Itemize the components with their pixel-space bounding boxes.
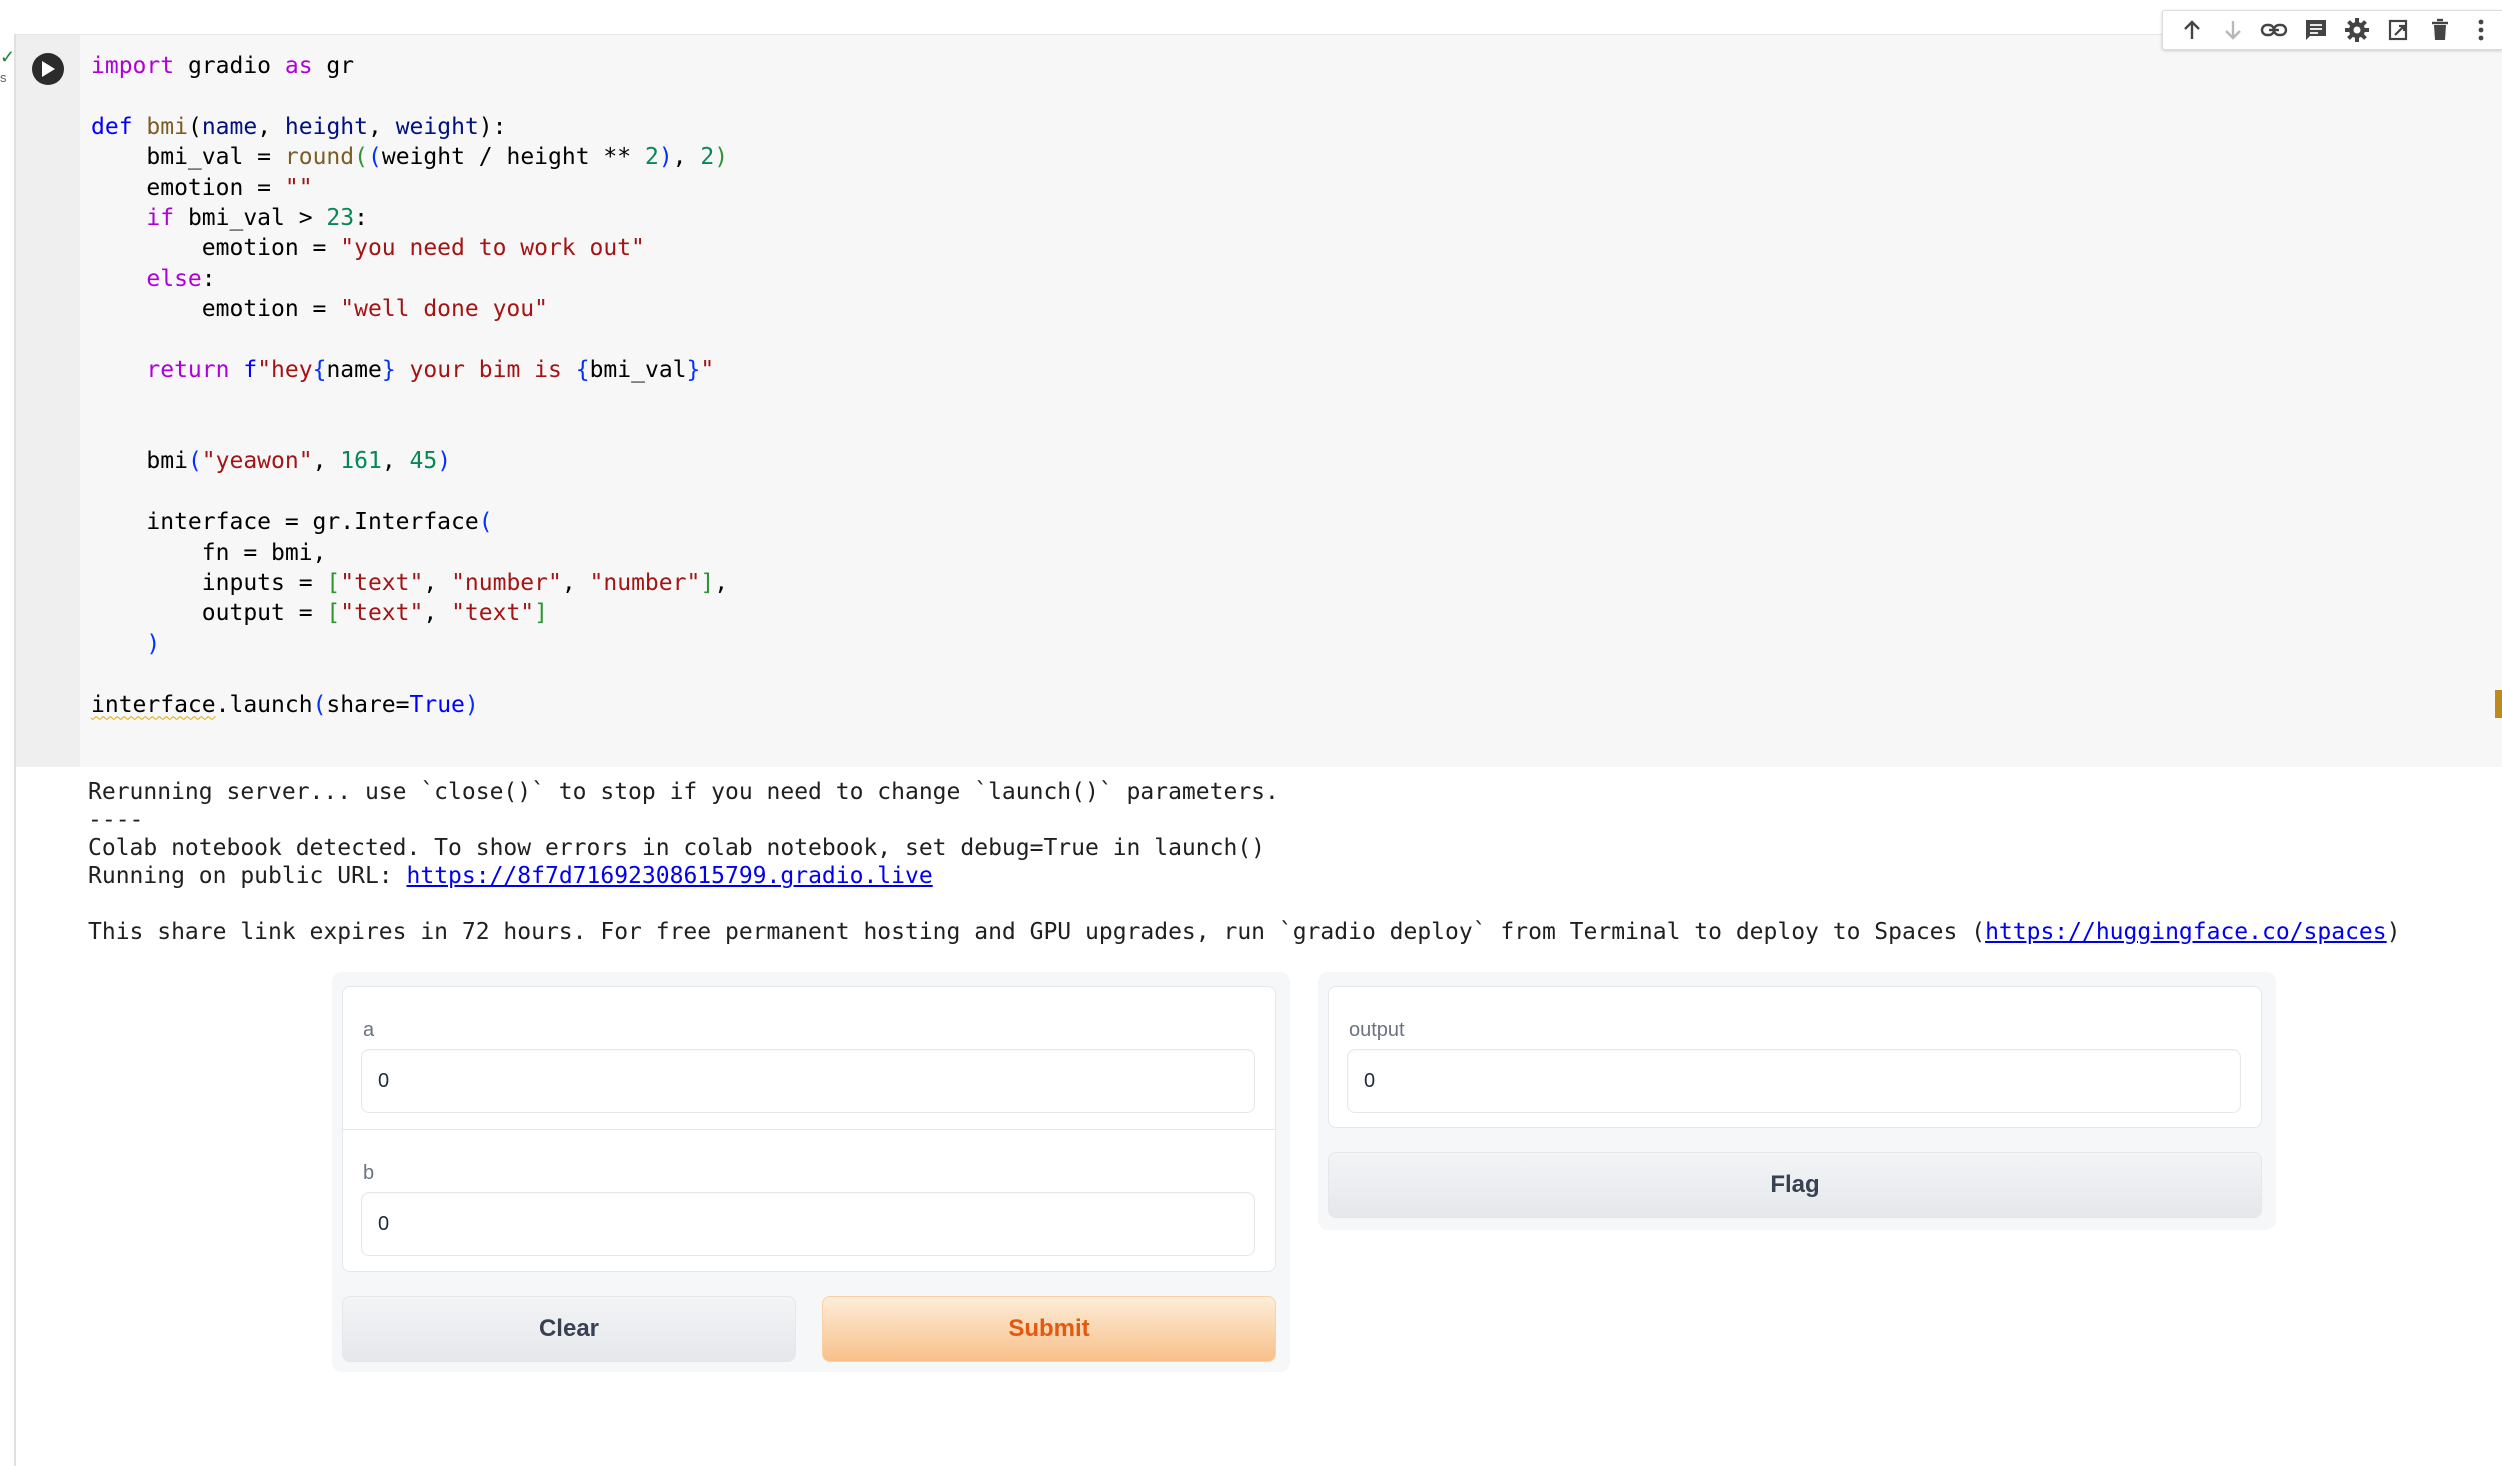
run-cell-button[interactable] — [32, 53, 64, 85]
code-line: ) — [146, 630, 161, 657]
code-line: emotion = "well done you" — [91, 296, 548, 323]
cell-toolbar — [2162, 10, 2502, 50]
move-cell-down-button[interactable] — [2212, 10, 2253, 50]
more-vert-icon — [2478, 19, 2484, 41]
cell-output: Rerunning server... use `close()` to sto… — [88, 778, 2401, 946]
code-line: import gradio as gr — [91, 53, 355, 79]
copy-link-button[interactable] — [2254, 10, 2295, 50]
output-line: Rerunning server... use `close()` to sto… — [88, 779, 1279, 805]
code-editor[interactable]: import gradio as gr def bmi(name, height… — [91, 51, 728, 720]
code-line: bmi_val = round((weight / height ** 2), … — [91, 144, 729, 171]
inputs-form: a b — [342, 986, 1276, 1272]
trash-icon — [2431, 18, 2448, 40]
link-icon — [2261, 23, 2288, 37]
code-line: interface.launch(share=True) — [91, 691, 479, 718]
code-line: return f"hey{name} your bim is {bmi_val}… — [146, 357, 715, 384]
comment-icon — [2305, 20, 2326, 40]
input-a-label: a — [363, 1019, 375, 1041]
move-cell-up-button[interactable] — [2171, 10, 2212, 50]
code-line: fn = bmi, — [91, 539, 327, 566]
execution-status-check-icon: ✓ — [0, 47, 16, 67]
output-line-suffix: ) — [2386, 919, 2401, 945]
mirror-cell-icon — [2388, 19, 2407, 41]
submit-button[interactable]: Submit — [822, 1296, 1276, 1362]
output-line: Colab notebook detected. To show errors … — [88, 835, 1266, 861]
input-b-label: b — [363, 1162, 375, 1184]
code-cell[interactable]: import gradio as gr def bmi(name, height… — [16, 34, 2502, 767]
arrow-up-icon — [2183, 20, 2200, 39]
form-divider — [343, 1129, 1275, 1130]
input-b-field[interactable] — [361, 1192, 1255, 1256]
gradio-outputs-panel: output Flag — [1318, 972, 2276, 1230]
clear-button[interactable]: Clear — [342, 1296, 796, 1362]
execution-time-suffix: s — [0, 70, 7, 85]
gear-icon — [2345, 18, 2370, 42]
code-line: if bmi_val > 23: — [146, 205, 368, 232]
scrollbar-marker — [2495, 690, 2502, 718]
run-gutter — [16, 35, 80, 767]
delete-cell-button[interactable] — [2419, 10, 2460, 50]
play-icon — [42, 61, 55, 77]
code-line: emotion = "" — [91, 174, 313, 201]
input-a-field[interactable] — [361, 1049, 1255, 1113]
code-line: emotion = "you need to work out" — [91, 235, 645, 262]
code-line: else: — [146, 265, 216, 292]
arrow-down-icon — [2225, 21, 2241, 40]
code-line: inputs = ["text", "number", "number"], — [91, 569, 729, 596]
code-line: bmi("yeawon", 161, 45) — [91, 448, 452, 475]
output-line: ---- — [88, 807, 144, 833]
output-field[interactable] — [1347, 1049, 2241, 1113]
output-line-prefix: Running on public URL: — [88, 863, 407, 889]
output-label: output — [1349, 1019, 1405, 1041]
add-comment-button[interactable] — [2295, 10, 2336, 50]
mirror-cell-button[interactable] — [2378, 10, 2419, 50]
code-line: def bmi(name, height, weight): — [91, 113, 507, 140]
spaces-url-link[interactable]: https://huggingface.co/spaces — [1985, 919, 2387, 945]
output-form: output — [1328, 986, 2262, 1128]
gradio-inputs-panel: a b Clear Submit — [332, 972, 1290, 1372]
cell-settings-button[interactable] — [2337, 10, 2378, 50]
more-actions-button[interactable] — [2461, 10, 2502, 50]
output-line-prefix: This share link expires in 72 hours. For… — [88, 919, 1986, 945]
flag-button[interactable]: Flag — [1328, 1152, 2262, 1218]
code-line: output = ["text", "text"] — [91, 600, 549, 627]
code-line: interface = gr.Interface( — [91, 509, 493, 536]
public-url-link[interactable]: https://8f7d71692308615799.gradio.live — [407, 863, 933, 889]
